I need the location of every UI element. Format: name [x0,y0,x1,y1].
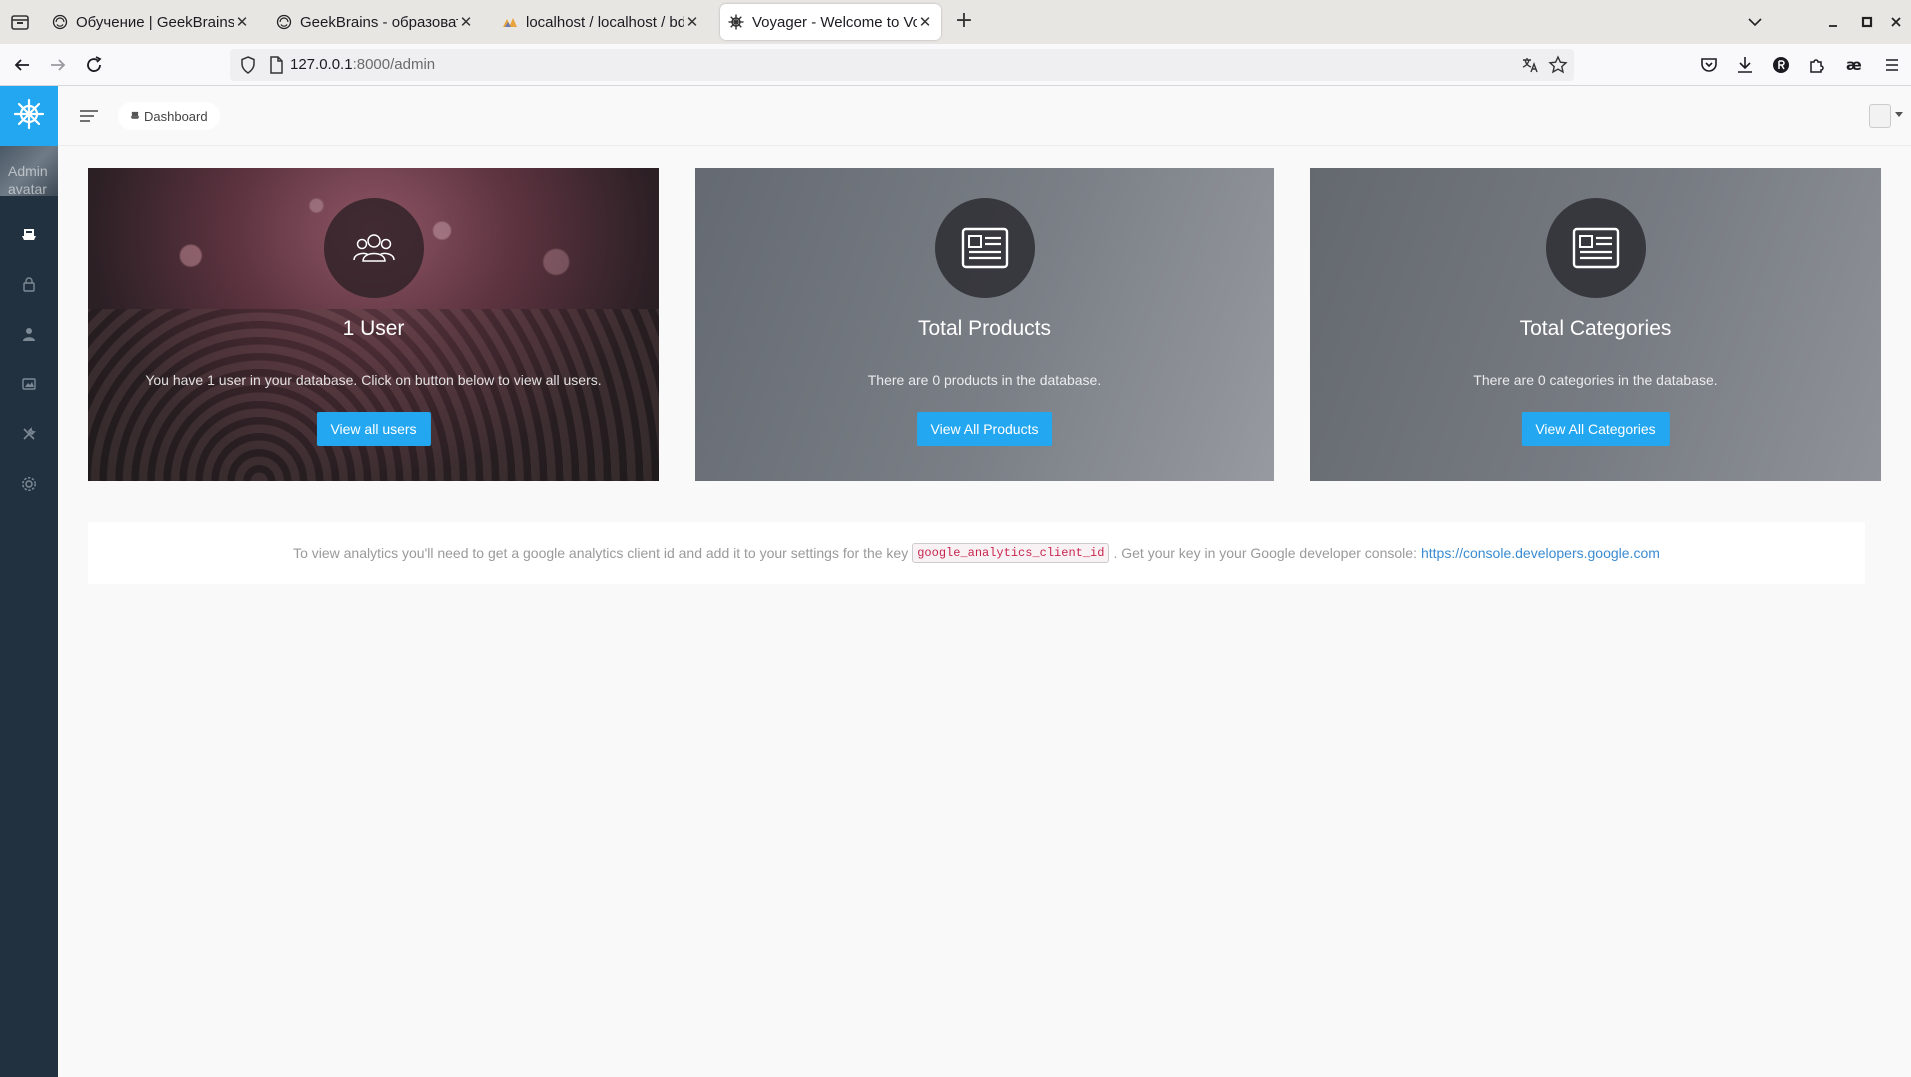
geekbrains-icon [52,14,68,30]
tab-title: GeekBrains - образовател [300,13,458,31]
tab-close-icon[interactable]: ✕ [234,13,250,31]
sidebar-item-media[interactable] [0,361,58,411]
menu-icon[interactable] [1880,53,1904,77]
view-all-products-button[interactable]: View All Products [916,412,1053,446]
forward-arrow-icon[interactable] [46,53,70,77]
group-icon [323,198,424,298]
chevron-down-icon[interactable] [1743,10,1767,34]
tab-title: Voyager - Welcome to Vo [752,13,917,31]
categories-widget: Total Categories There are 0 categories … [1310,168,1881,481]
sidebar-item-settings[interactable] [0,461,58,511]
tab-close-icon[interactable]: ✕ [684,13,700,31]
url-path: :8000/admin [352,56,436,73]
boat-icon [21,226,37,246]
maximize-icon[interactable] [1855,10,1879,34]
users-widget-text: You have 1 user in your database. Click … [145,372,602,388]
sidebar-item-users[interactable] [0,311,58,361]
admin-avatar[interactable]: Admin avatar [0,146,58,196]
products-widget-text: There are 0 products in the database. [867,372,1102,388]
tab-close-icon[interactable]: ✕ [458,13,474,31]
tab-title: Обучение | GeekBrains - об [76,13,234,31]
analytics-text-before: To view analytics you'll need to get a g… [293,545,909,561]
geekbrains-icon [276,14,292,30]
reload-icon[interactable] [82,53,106,77]
sidebar-item-dashboard[interactable] [0,211,58,261]
products-widget-title: Total Products [917,317,1052,340]
browser-tab-phpmyadmin[interactable]: localhost / localhost / bd2 ✕ [494,4,708,40]
tab-title: localhost / localhost / bd2 [526,13,684,31]
ae-extension-icon[interactable]: æ [1843,53,1867,77]
back-arrow-icon[interactable] [10,53,34,77]
bookmark-star-icon[interactable] [1548,55,1568,79]
breadcrumb-dashboard: Dashboard [144,108,208,124]
browser-tab-geekbrains-education[interactable]: GeekBrains - образовател ✕ [268,4,482,40]
hamburger-menu-icon[interactable] [78,106,100,126]
chevron-down-icon[interactable] [1895,112,1903,117]
close-window-icon[interactable] [1884,10,1908,34]
avatar-alt-text: Admin avatar [8,163,48,196]
sidebar-item-tools[interactable] [0,411,58,461]
google-console-link[interactable]: https://console.developers.google.com [1421,545,1660,561]
page-icon[interactable] [266,55,286,79]
translate-icon[interactable] [1520,55,1540,79]
view-all-users-button[interactable]: View all users [316,412,431,446]
news-icon [934,198,1035,298]
admin-sidebar: Admin avatar [0,86,58,1077]
browser-tab-bar: Обучение | GeekBrains - об ✕ GeekBrains … [0,0,1911,44]
browser-tab-voyager[interactable]: Voyager - Welcome to Vo ✕ [720,4,941,40]
address-bar[interactable]: 127.0.0.1:8000/admin [230,49,1574,81]
analytics-notice: To view analytics you'll need to get a g… [88,522,1865,584]
tab-close-icon[interactable]: ✕ [917,13,933,31]
user-menu-avatar[interactable] [1869,104,1891,128]
minimize-icon[interactable] [1821,10,1845,34]
images-icon [21,376,37,396]
categories-widget-title: Total Categories [1519,317,1672,340]
shield-icon[interactable] [238,55,258,79]
tools-icon [21,426,37,446]
analytics-key-code: google_analytics_client_id [912,543,1110,563]
users-widget-title: 1 User [342,317,405,340]
products-widget: Total Products There are 0 products in t… [695,168,1274,481]
users-widget: 1 User You have 1 user in your database.… [88,168,659,481]
voyager-helm-icon [13,98,45,134]
browser-tab-geekbrains-learning[interactable]: Обучение | GeekBrains - об ✕ [44,4,258,40]
voyager-logo[interactable] [0,86,58,146]
analytics-text-after: . Get your key in your Google developer … [1113,545,1417,561]
view-all-categories-button[interactable]: View All Categories [1521,412,1670,446]
browser-navigation-bar: 127.0.0.1:8000/admin æ [0,44,1911,86]
phpmyadmin-icon [502,14,518,30]
news-icon [1545,198,1646,298]
lock-icon [21,276,37,296]
url-host: 127.0.0.1 [290,56,353,73]
person-icon [21,326,37,346]
boat-icon [130,110,140,123]
new-tab-button[interactable]: + [952,10,976,34]
voyager-helm-icon [728,14,744,30]
download-icon[interactable] [1733,53,1757,77]
categories-widget-text: There are 0 categories in the database. [1473,372,1718,388]
breadcrumb[interactable]: Dashboard [118,102,220,130]
pocket-icon[interactable] [1697,53,1721,77]
sidebar-item-roles[interactable] [0,261,58,311]
profile-r-icon[interactable] [1769,53,1793,77]
extensions-icon[interactable] [1805,53,1829,77]
admin-top-bar: Dashboard [58,86,1911,146]
gear-icon [20,475,38,497]
svg-text:æ: æ [1846,56,1862,74]
tab-overview-icon[interactable] [8,10,32,34]
url-text[interactable]: 127.0.0.1:8000/admin [290,56,435,73]
